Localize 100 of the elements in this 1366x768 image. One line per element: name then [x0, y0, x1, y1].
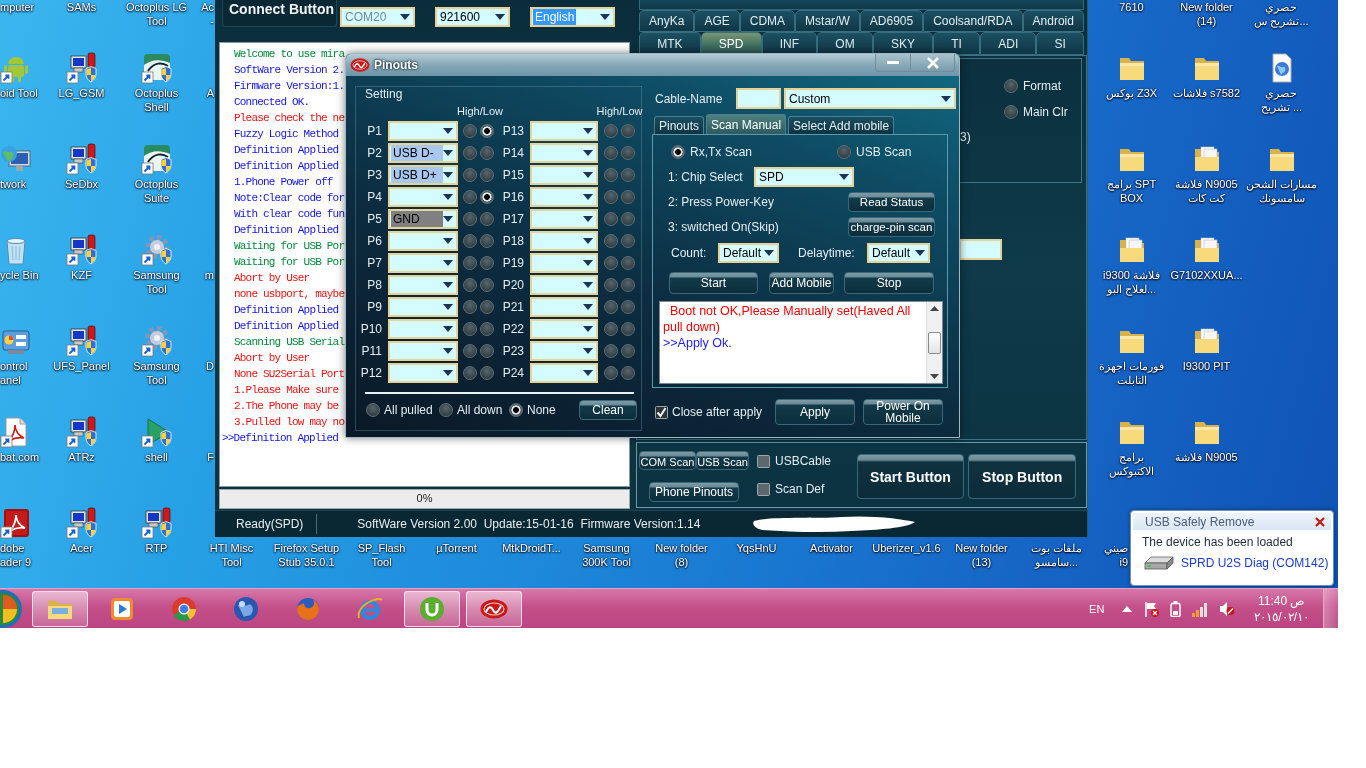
radio-button[interactable] — [480, 190, 494, 204]
clock-date[interactable]: ٢٠١٥/٠٢/١٠ — [1254, 609, 1309, 625]
radio-button[interactable] — [621, 124, 635, 138]
power-on-button[interactable]: Power On Mobile — [863, 399, 943, 425]
radio-button[interactable] — [621, 322, 635, 336]
app-tile-icon[interactable] — [140, 52, 173, 84]
tab[interactable]: Select Add mobile — [788, 116, 895, 134]
radio-button[interactable] — [621, 234, 635, 248]
close-button[interactable] — [911, 54, 955, 72]
pinouts-button[interactable]: Phone Pinouts — [649, 482, 739, 502]
show-desktop-button[interactable] — [1323, 589, 1338, 628]
scan-button[interactable]: USB Scan — [696, 451, 749, 470]
start-button[interactable]: Start Button — [856, 454, 965, 499]
radio-button[interactable] — [509, 403, 523, 417]
radio-button[interactable] — [604, 146, 618, 160]
dropdown[interactable]: Custom — [784, 88, 956, 109]
tab[interactable]: AnyKa — [639, 10, 695, 32]
monitor-shield-icon[interactable] — [65, 143, 98, 175]
radio-button[interactable] — [621, 344, 635, 358]
radio-button[interactable] — [604, 344, 618, 358]
flag-icon[interactable] — [1143, 601, 1160, 617]
radio-button[interactable] — [463, 300, 477, 314]
apply-button[interactable]: Apply — [775, 399, 855, 425]
input-field[interactable] — [959, 239, 1002, 260]
radio-button[interactable] — [463, 212, 477, 226]
radio-button[interactable] — [463, 146, 477, 160]
tab[interactable]: AD6905 — [859, 10, 924, 32]
down-arrow-icon[interactable] — [930, 374, 939, 379]
battery-icon[interactable] — [1170, 601, 1182, 617]
dropdown[interactable] — [388, 187, 458, 207]
radio-button[interactable] — [604, 234, 618, 248]
radio-button[interactable] — [480, 256, 494, 270]
radio-button[interactable] — [463, 322, 477, 336]
triangle-icon[interactable] — [140, 416, 173, 448]
radio-button[interactable] — [621, 256, 635, 270]
action-button[interactable]: Stop — [844, 272, 934, 294]
up-arrow-icon[interactable] — [930, 306, 939, 311]
radio-button[interactable] — [621, 278, 635, 292]
input-field[interactable] — [736, 88, 781, 109]
dropdown[interactable]: USB D- — [388, 143, 458, 163]
radio-button[interactable] — [463, 234, 477, 248]
gear-icon[interactable] — [140, 325, 173, 357]
gear-icon[interactable] — [140, 234, 173, 266]
dropdown[interactable]: GND — [388, 209, 458, 229]
radio-button[interactable] — [480, 124, 494, 138]
tab[interactable]: MTK — [639, 32, 701, 55]
up-arrow-icon[interactable] — [1122, 606, 1133, 612]
dropdown[interactable] — [388, 275, 458, 295]
checkbox[interactable] — [655, 405, 668, 419]
radio-button[interactable] — [439, 403, 453, 417]
radio-button[interactable] — [604, 300, 618, 314]
radio-button[interactable] — [1004, 105, 1018, 119]
monitor-shield-icon[interactable] — [65, 507, 98, 539]
radio-button[interactable] — [604, 168, 618, 182]
scan-button[interactable]: COM Scan — [639, 451, 696, 470]
checkbox[interactable] — [757, 454, 770, 468]
dropdown[interactable] — [530, 143, 598, 163]
tab[interactable]: OM — [817, 32, 873, 55]
radio-button[interactable] — [621, 168, 635, 182]
clean-button[interactable]: Clean — [579, 400, 637, 420]
dropdown[interactable] — [530, 275, 598, 295]
monitor-shield-icon[interactable] — [65, 325, 98, 357]
radio-button[interactable] — [480, 300, 494, 314]
radio-button[interactable] — [604, 366, 618, 380]
radio-button[interactable] — [604, 190, 618, 204]
radio-button[interactable] — [837, 145, 851, 159]
document-icon[interactable] — [0, 507, 32, 539]
device-link[interactable]: SPRD U2S Diag (COM142) — [1181, 556, 1329, 570]
radio-button[interactable] — [621, 212, 635, 226]
radio-button[interactable] — [366, 403, 380, 417]
monitor-shield-icon[interactable] — [140, 507, 173, 539]
radio-button[interactable] — [463, 124, 477, 138]
tab[interactable]: Pinouts — [654, 116, 705, 134]
radio-button[interactable] — [463, 278, 477, 292]
dropdown[interactable] — [530, 297, 598, 317]
tab[interactable]: Mstar/W — [795, 10, 860, 32]
dropdown[interactable]: 921600 — [435, 7, 510, 27]
taskbar-button[interactable] — [466, 591, 522, 627]
radio-button[interactable] — [480, 278, 494, 292]
clock-time[interactable]: 11:40 ص — [1257, 593, 1306, 609]
close-button[interactable] — [1314, 515, 1326, 528]
minimize-button[interactable] — [875, 54, 911, 72]
radio-button[interactable] — [480, 168, 494, 182]
tab[interactable]: Coolsand/RDA — [923, 10, 1023, 32]
radio-button[interactable] — [604, 278, 618, 292]
radio-button[interactable] — [463, 366, 477, 380]
dropdown[interactable] — [530, 253, 598, 273]
dropdown[interactable] — [530, 341, 598, 361]
taskbar-button[interactable] — [32, 591, 88, 627]
radio-button[interactable] — [604, 256, 618, 270]
radio-button[interactable] — [604, 212, 618, 226]
radio-button[interactable] — [463, 344, 477, 358]
stop-button[interactable]: Stop Button — [968, 454, 1076, 499]
tab[interactable]: Android — [1022, 10, 1084, 32]
dropdown[interactable] — [530, 187, 598, 207]
monitor-shield-icon[interactable] — [65, 52, 98, 84]
dropdown[interactable]: USB D+ — [388, 165, 458, 185]
dropdown[interactable] — [530, 363, 598, 383]
dropdown[interactable] — [388, 297, 458, 317]
signal-bars-icon[interactable] — [1192, 601, 1209, 617]
